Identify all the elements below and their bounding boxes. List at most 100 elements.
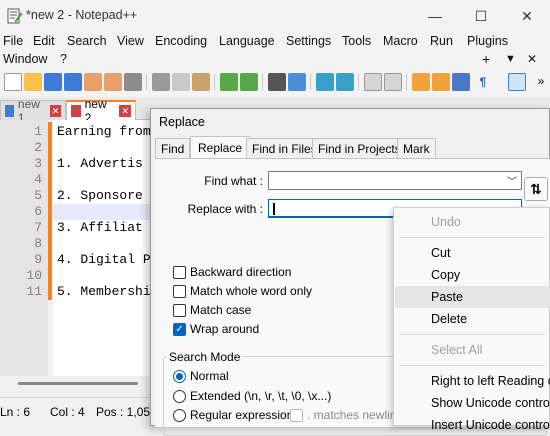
menu-file[interactable]: File bbox=[3, 34, 23, 48]
menu-window[interactable]: Window bbox=[3, 52, 47, 66]
regex-mode-radio[interactable]: Regular expression bbox=[173, 408, 293, 422]
minimize-button[interactable]: — bbox=[412, 0, 458, 32]
close-icon[interactable] bbox=[84, 73, 102, 91]
line-number: 9 bbox=[34, 252, 42, 267]
sync-vertical-icon[interactable] bbox=[364, 73, 382, 91]
menu-item-show-unicode-control[interactable]: Show Unicode control characters bbox=[395, 392, 550, 414]
cut-icon[interactable] bbox=[152, 73, 170, 91]
close-document-icon[interactable]: ✕ bbox=[527, 52, 537, 66]
pilcrow-icon[interactable]: ¶ bbox=[474, 73, 492, 91]
match-case-checkbox[interactable]: Match case bbox=[173, 303, 251, 317]
open-file-icon[interactable] bbox=[24, 73, 42, 91]
match-whole-word-checkbox[interactable]: Match whole word only bbox=[173, 284, 312, 298]
menu-bar: File Edit Search View Encoding Language … bbox=[0, 32, 550, 70]
menu-help[interactable]: ? bbox=[60, 52, 67, 66]
menu-item-select-all: Select All bbox=[431, 343, 483, 357]
tab-find-in-projects[interactable]: Find in Projects bbox=[312, 138, 407, 159]
tab-new-2[interactable]: new 2 ✕ bbox=[66, 97, 136, 125]
line-number: 7 bbox=[34, 220, 42, 235]
checkbox-label: Match whole word only bbox=[190, 284, 313, 298]
radio-label: Extended (\n, \r, \t, \0, \x...) bbox=[190, 389, 332, 403]
menu-item-rtl-reading-order[interactable]: Right to left Reading order bbox=[395, 370, 550, 392]
copy-icon[interactable] bbox=[172, 73, 190, 91]
dialog-title: Replace bbox=[159, 115, 205, 129]
line-number-gutter: 1 2 3 4 5 6 7 8 9 10 11 bbox=[0, 120, 48, 376]
menu-encoding[interactable]: Encoding bbox=[155, 34, 207, 48]
menu-view[interactable]: View bbox=[117, 34, 144, 48]
replace-icon[interactable] bbox=[288, 73, 306, 91]
save-icon[interactable] bbox=[44, 73, 62, 91]
menu-separator bbox=[400, 334, 545, 335]
chevron-down-icon[interactable]: ﹀ bbox=[507, 173, 517, 188]
tab-close-icon[interactable]: ✕ bbox=[119, 105, 131, 117]
close-all-icon[interactable] bbox=[104, 73, 122, 91]
line-number: 5 bbox=[34, 188, 42, 203]
word-wrap-icon[interactable] bbox=[412, 73, 430, 91]
find-what-label: Find what : bbox=[204, 174, 263, 188]
search-mode-label: Search Mode bbox=[167, 350, 243, 364]
checkbox-label: Backward direction bbox=[190, 265, 292, 279]
print-icon[interactable] bbox=[124, 73, 142, 91]
status-column: Col : 4 bbox=[50, 405, 85, 419]
line-number: 2 bbox=[34, 140, 42, 155]
undo-icon[interactable] bbox=[220, 73, 238, 91]
maximize-button[interactable]: ☐ bbox=[458, 0, 504, 32]
toolbar-overflow-icon[interactable]: » bbox=[532, 73, 550, 91]
menu-settings[interactable]: Settings bbox=[286, 34, 331, 48]
tab-mark[interactable]: Mark bbox=[397, 138, 436, 159]
menu-item-insert-unicode-control[interactable]: Insert Unicode control character bbox=[395, 414, 550, 436]
find-icon[interactable] bbox=[268, 73, 286, 91]
text-cursor bbox=[273, 203, 275, 215]
find-what-input[interactable]: ﹀ bbox=[268, 171, 522, 190]
zoom-in-icon[interactable] bbox=[316, 73, 334, 91]
show-all-characters-icon[interactable] bbox=[452, 73, 470, 91]
backward-direction-checkbox[interactable]: Backward direction bbox=[173, 265, 291, 279]
code-line: 3. Affiliat bbox=[57, 220, 143, 235]
new-file-icon[interactable] bbox=[4, 73, 22, 91]
normal-mode-radio[interactable]: Normal bbox=[173, 369, 229, 383]
tab-list-dropdown-icon[interactable]: ▼ bbox=[505, 53, 516, 65]
menu-item-undo: Undo bbox=[431, 215, 461, 229]
menu-item-cut[interactable]: Cut bbox=[395, 242, 550, 264]
horizontal-scrollbar[interactable] bbox=[18, 382, 138, 385]
code-line: 5. Membershi bbox=[57, 284, 151, 299]
checkbox-label: Wrap around bbox=[190, 322, 260, 336]
line-number: 10 bbox=[26, 268, 42, 283]
menu-item-paste[interactable]: Paste bbox=[395, 286, 550, 308]
menu-search[interactable]: Search bbox=[67, 34, 107, 48]
tab-find[interactable]: Find bbox=[155, 138, 191, 159]
matches-newline-checkbox[interactable]: . matches newline bbox=[290, 408, 403, 422]
title-bar: *new 2 - Notepad++ — ☐ ✕ bbox=[0, 0, 550, 32]
indent-guide-icon[interactable] bbox=[432, 73, 450, 91]
menu-macro[interactable]: Macro bbox=[383, 34, 418, 48]
radio-label: Normal bbox=[190, 369, 229, 383]
indent-icon[interactable] bbox=[508, 73, 526, 91]
zoom-out-icon[interactable] bbox=[336, 73, 354, 91]
code-line: 2. Sponsore bbox=[57, 188, 143, 203]
close-button[interactable]: ✕ bbox=[504, 0, 550, 32]
swap-find-replace-button[interactable]: ⇅ bbox=[524, 177, 548, 201]
line-number: 3 bbox=[34, 156, 42, 171]
menu-plugins[interactable]: Plugins bbox=[467, 34, 508, 48]
save-all-icon[interactable] bbox=[64, 73, 82, 91]
redo-icon[interactable] bbox=[240, 73, 258, 91]
menu-language[interactable]: Language bbox=[219, 34, 275, 48]
tab-close-icon[interactable]: ✕ bbox=[50, 104, 61, 117]
menu-item-delete[interactable]: Delete bbox=[395, 308, 550, 330]
extended-mode-radio[interactable]: Extended (\n, \r, \t, \0, \x...) bbox=[173, 389, 331, 403]
paste-icon[interactable] bbox=[192, 73, 210, 91]
wrap-around-checkbox[interactable]: ✓ Wrap around bbox=[173, 322, 259, 336]
menu-run[interactable]: Run bbox=[430, 34, 453, 48]
sync-horizontal-icon[interactable] bbox=[384, 73, 402, 91]
code-line: 1. Advertis bbox=[57, 156, 143, 171]
tab-replace[interactable]: Replace bbox=[190, 136, 251, 159]
tab-new-1[interactable]: new 1 ✕ bbox=[0, 97, 66, 125]
menu-edit[interactable]: Edit bbox=[33, 34, 55, 48]
checkmark-icon: ✓ bbox=[173, 322, 186, 336]
new-tab-plus-icon[interactable]: + bbox=[482, 51, 490, 67]
menu-tools[interactable]: Tools bbox=[342, 34, 371, 48]
menu-item-copy[interactable]: Copy bbox=[395, 264, 550, 286]
menu-separator bbox=[400, 365, 545, 366]
code-line: Earning from bbox=[57, 124, 151, 139]
replace-with-label: Replace with : bbox=[187, 202, 263, 216]
